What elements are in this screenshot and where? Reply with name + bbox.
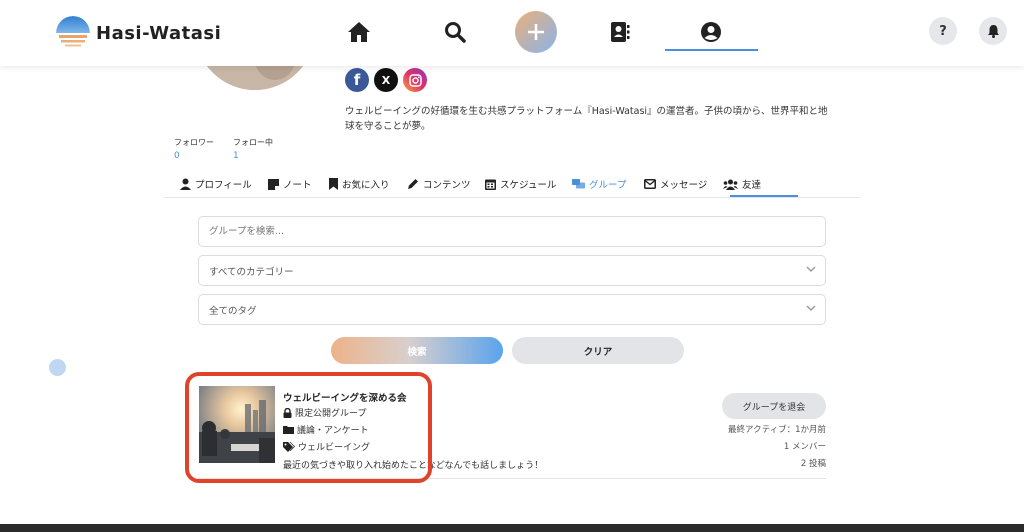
tab-messages[interactable]: メッセージ [644,174,707,194]
create-post-button[interactable] [515,11,557,53]
plus-icon [528,24,544,40]
bell-icon [987,25,999,38]
clear-button[interactable]: クリア [512,337,684,364]
tag-select-value: 全てのタグ [209,305,257,317]
comments-icon [572,178,585,188]
post-count: 2 投稿 [800,459,826,469]
tab-label: 友達 [742,180,762,191]
tab-favorites[interactable]: お気に入り [329,174,390,194]
tab-groups[interactable]: グループ [572,174,626,194]
member-count: 1 メンバー [783,442,826,452]
help-button[interactable]: ? [929,17,957,45]
tab-label: メッセージ [660,180,708,191]
last-active: 最終アクティブ：1か月前 [728,425,826,435]
calendar-icon [485,179,496,190]
tab-note[interactable]: ノート [268,174,312,194]
tab-schedule[interactable]: スケジュール [485,174,556,194]
facebook-link[interactable]: f [345,68,369,92]
envelope-icon [644,179,656,189]
leave-group-button[interactable]: グループを退会 [722,393,826,419]
note-icon [268,178,279,190]
followers-count[interactable]: 0 [174,151,180,161]
page: Hasi-Watasi ? f X ウェルビーイングの好循環を生む共感プラットフ… [0,0,1024,532]
tab-label: グループ [589,180,627,191]
tab-label: お気に入り [342,180,390,191]
profile-bio: ウェルビーイングの好循環を生む共感プラットフォーム『Hasi-Watasi』の運… [345,106,828,132]
x-link[interactable]: X [374,68,398,92]
profile-tabs: プロフィール ノート お気に入り コンテンツ スケジュール グループ メッセージ [164,168,860,198]
followers-label: フォロワー [174,138,214,147]
tab-label: スケジュール [500,180,557,191]
search-button[interactable]: 検索 [331,337,503,364]
x-icon: X [381,73,391,87]
tag-select[interactable]: 全てのタグ [198,294,826,325]
logo-mark-icon [56,16,90,50]
search-icon[interactable] [441,18,469,46]
highlight-annotation [185,372,432,483]
category-select[interactable]: すべてのカテゴリー [198,255,826,286]
following-count[interactable]: 1 [233,151,239,161]
logo-text: Hasi-Watasi [96,22,222,44]
users-icon [723,179,738,190]
facebook-icon: f [353,71,361,89]
user-circle-icon[interactable] [697,18,725,46]
tab-friends[interactable]: 友達 [723,174,761,194]
notification-button[interactable] [979,17,1007,45]
address-book-icon[interactable] [606,18,634,46]
group-search-input[interactable] [198,216,826,247]
bottom-bar [0,524,1024,532]
tab-profile[interactable]: プロフィール [180,174,252,194]
nav-active-indicator [665,49,758,51]
bookmark-icon [329,178,338,190]
chevron-down-icon [806,305,816,311]
tab-label: ノート [283,180,312,191]
tab-contents[interactable]: コンテンツ [407,174,471,194]
category-select-value: すべてのカテゴリー [209,266,294,278]
home-icon[interactable] [345,18,373,46]
instagram-icon [408,73,422,87]
tab-label: プロフィール [195,180,252,191]
instagram-link[interactable] [403,68,427,92]
user-icon [180,178,191,190]
tab-label: コンテンツ [423,180,471,191]
following-label: フォロー中 [233,138,273,147]
tab-active-indicator [730,195,798,197]
pencil-icon [408,179,418,189]
logo[interactable]: Hasi-Watasi [56,16,221,50]
decorative-dot [49,359,66,376]
top-header: Hasi-Watasi ? [0,0,1024,66]
chevron-down-icon [806,266,816,272]
